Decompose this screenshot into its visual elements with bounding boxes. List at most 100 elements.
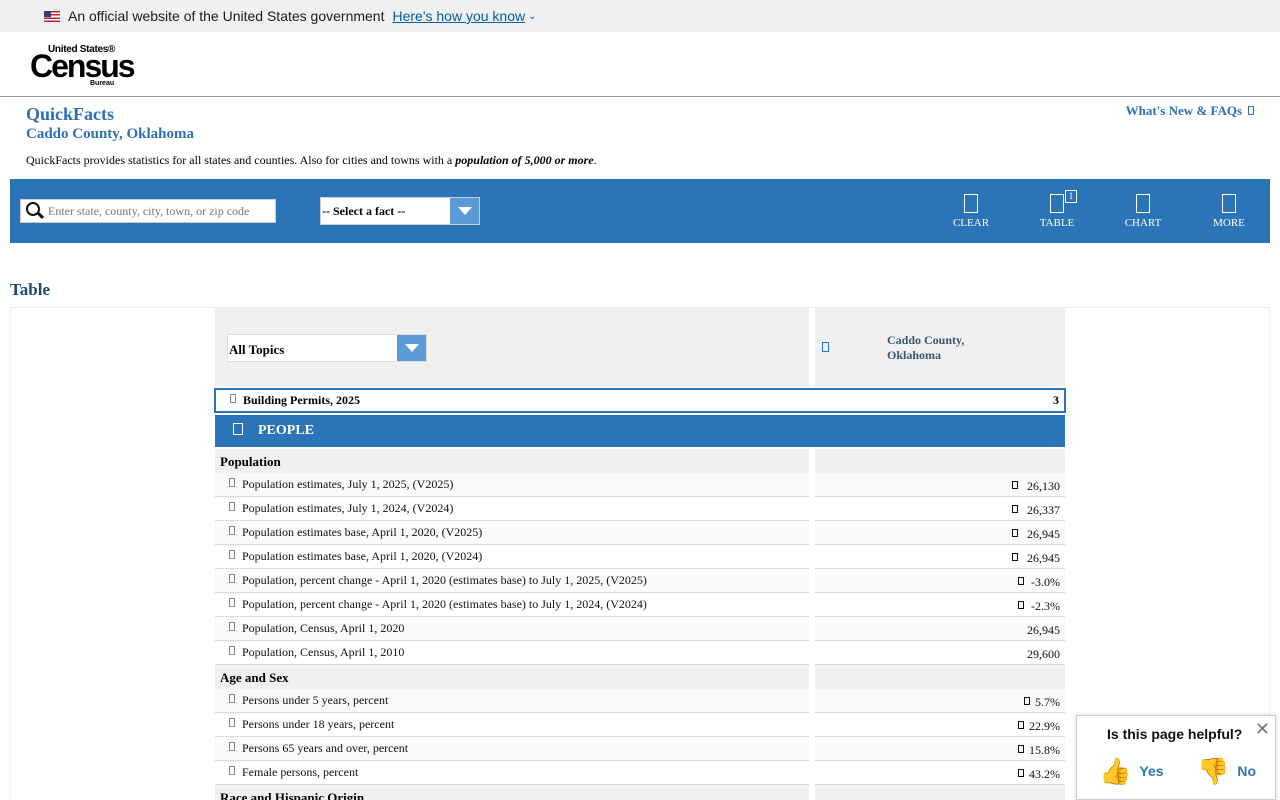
fact-label: Population, percent change - April 1, 20… [242, 573, 647, 587]
search-icon [24, 200, 46, 222]
table-row[interactable]: Population, Census, April 1, 2020 26,945 [215, 617, 1065, 641]
value-flag-icon[interactable] [1018, 721, 1024, 729]
value-flag-icon[interactable] [1024, 697, 1031, 705]
fact-value: 15.8% [1029, 743, 1060, 757]
fact-info-icon[interactable] [229, 622, 235, 631]
fact-value: 43.2% [1029, 767, 1060, 781]
table-row[interactable]: Persons under 5 years, percent 5.7% [215, 689, 1065, 713]
fact-value: 26,945 [1027, 623, 1060, 637]
fact-label: Persons under 18 years, percent [242, 717, 395, 731]
fact-info-icon[interactable] [229, 550, 235, 559]
fact-info-icon[interactable] [229, 598, 235, 607]
table-row[interactable]: Population estimates, July 1, 2024, (V20… [215, 497, 1065, 521]
fact-info-icon[interactable] [229, 766, 235, 775]
table-row[interactable]: Female persons, percent 43.2% [215, 761, 1065, 785]
fact-info-icon[interactable] [229, 718, 235, 727]
feedback-question: Is this page helpful? [1107, 726, 1243, 742]
fact-info-icon[interactable] [229, 646, 235, 655]
fact-value: 22.9% [1029, 719, 1060, 733]
fact-label: Population estimates base, April 1, 2020… [242, 549, 483, 563]
value-flag-icon[interactable] [1018, 745, 1024, 753]
table-icon [1050, 194, 1064, 213]
heres-how-you-know-link[interactable]: Here's how you know [392, 8, 525, 24]
value-flag-icon[interactable] [1018, 769, 1024, 777]
fact-info-icon[interactable] [230, 394, 236, 403]
fact-info-icon[interactable] [229, 694, 235, 703]
fact-label: Population, Census, April 1, 2010 [242, 645, 405, 659]
table-row[interactable]: Population, percent change - April 1, 20… [215, 569, 1065, 593]
fact-label: Population estimates base, April 1, 2020… [242, 525, 483, 539]
table-heading: Table [10, 280, 51, 299]
people-section-header[interactable]: PEOPLE [215, 415, 1065, 447]
fact-label: Population, Census, April 1, 2020 [242, 621, 405, 635]
table-button[interactable]: 1 TABLE [1027, 190, 1087, 229]
quickfacts-toolbar: -- Select a fact -- CLEAR 1 TABLE CHART … [10, 179, 1270, 243]
chart-button[interactable]: CHART [1113, 194, 1173, 229]
fact-rows: Population Population estimates, July 1, … [215, 449, 1065, 800]
census-logo[interactable]: United States® Census Bureau [30, 44, 136, 87]
page-description: QuickFacts provides statistics for all s… [26, 153, 597, 167]
value-flag-icon[interactable] [1011, 529, 1018, 537]
feedback-no-button[interactable]: 👎 No [1197, 756, 1256, 786]
fact-info-icon[interactable] [229, 478, 235, 487]
feedback-yes-button[interactable]: 👍 Yes [1099, 756, 1164, 786]
value-flag-icon[interactable] [1018, 577, 1024, 585]
fact-select-dropdown[interactable]: -- Select a fact -- [320, 197, 480, 225]
chart-icon [1136, 194, 1150, 213]
subgroup-header: Age and Sex [215, 665, 1065, 689]
fact-info-icon[interactable] [229, 526, 235, 535]
table-count-badge: 1 [1065, 190, 1077, 203]
dropdown-arrow-icon[interactable] [397, 335, 426, 361]
fact-value: 5.7% [1035, 695, 1060, 709]
gov-banner: An official website of the United States… [0, 0, 1280, 32]
value-flag-icon[interactable] [1011, 553, 1018, 561]
site-header: United States® Census Bureau [0, 32, 1280, 97]
fact-info-icon[interactable] [229, 502, 235, 511]
fact-label: Population estimates, July 1, 2024, (V20… [242, 501, 454, 515]
more-button[interactable]: MORE [1199, 194, 1259, 229]
table-row[interactable]: Population estimates base, April 1, 2020… [215, 521, 1065, 545]
column-header-geography: Caddo County, Oklahoma [887, 333, 965, 362]
subgroup-header: Population [215, 449, 1065, 473]
topic-select-dropdown[interactable]: All Topics [227, 334, 427, 362]
clear-button[interactable]: CLEAR [941, 194, 1001, 229]
value-flag-icon[interactable] [1011, 481, 1018, 489]
fact-label: Population, percent change - April 1, 20… [242, 597, 647, 611]
fact-label: Female persons, percent [242, 765, 359, 779]
selected-fact-row[interactable]: Building Permits, 2025 3 [214, 388, 1066, 413]
table-row[interactable]: Persons under 18 years, percent 22.9% [215, 713, 1065, 737]
fact-info-icon[interactable] [229, 574, 235, 583]
fact-value: 26,337 [1027, 503, 1060, 517]
search-input[interactable] [46, 201, 271, 221]
fact-value: -3.0% [1031, 575, 1060, 589]
table-row[interactable]: Population estimates base, April 1, 2020… [215, 545, 1065, 569]
fact-value: 26,130 [1027, 479, 1060, 493]
whats-new-faqs-link[interactable]: What's New & FAQs [1126, 103, 1254, 119]
page-title: QuickFacts [26, 104, 114, 124]
table-row[interactable]: Population estimates, July 1, 2025, (V20… [215, 473, 1065, 497]
value-flag-icon[interactable] [1018, 601, 1024, 609]
more-icon [1222, 194, 1236, 213]
table-row[interactable]: Population, percent change - April 1, 20… [215, 593, 1065, 617]
thumbs-down-icon: 👎 [1197, 755, 1230, 786]
dropdown-arrow-icon[interactable] [450, 198, 479, 224]
thumbs-up-icon: 👍 [1099, 755, 1132, 786]
table-row[interactable]: Population, Census, April 1, 2010 29,600 [215, 641, 1065, 665]
chevron-down-icon[interactable]: ⌄ [528, 11, 536, 22]
fact-value: 26,945 [1027, 551, 1060, 565]
fact-label: Persons under 5 years, percent [242, 693, 389, 707]
table-row[interactable]: Persons 65 years and over, percent 15.8% [215, 737, 1065, 761]
fact-value: -2.3% [1031, 599, 1060, 613]
external-link-icon [1248, 106, 1254, 115]
gov-banner-text: An official website of the United States… [68, 8, 385, 24]
collapse-section-icon[interactable] [233, 423, 243, 435]
fact-value: 26,945 [1027, 527, 1060, 541]
value-flag-icon[interactable] [1011, 505, 1018, 513]
close-icon[interactable]: ✕ [1255, 720, 1270, 738]
fact-info-icon[interactable] [229, 742, 235, 751]
fact-label: Persons 65 years and over, percent [242, 741, 409, 755]
column-options-icon[interactable] [822, 342, 829, 352]
feedback-popup: ✕ Is this page helpful? 👍 Yes 👎 No [1076, 715, 1276, 800]
fact-label: Population estimates, July 1, 2025, (V20… [242, 477, 454, 491]
fact-value: 29,600 [1027, 647, 1060, 661]
